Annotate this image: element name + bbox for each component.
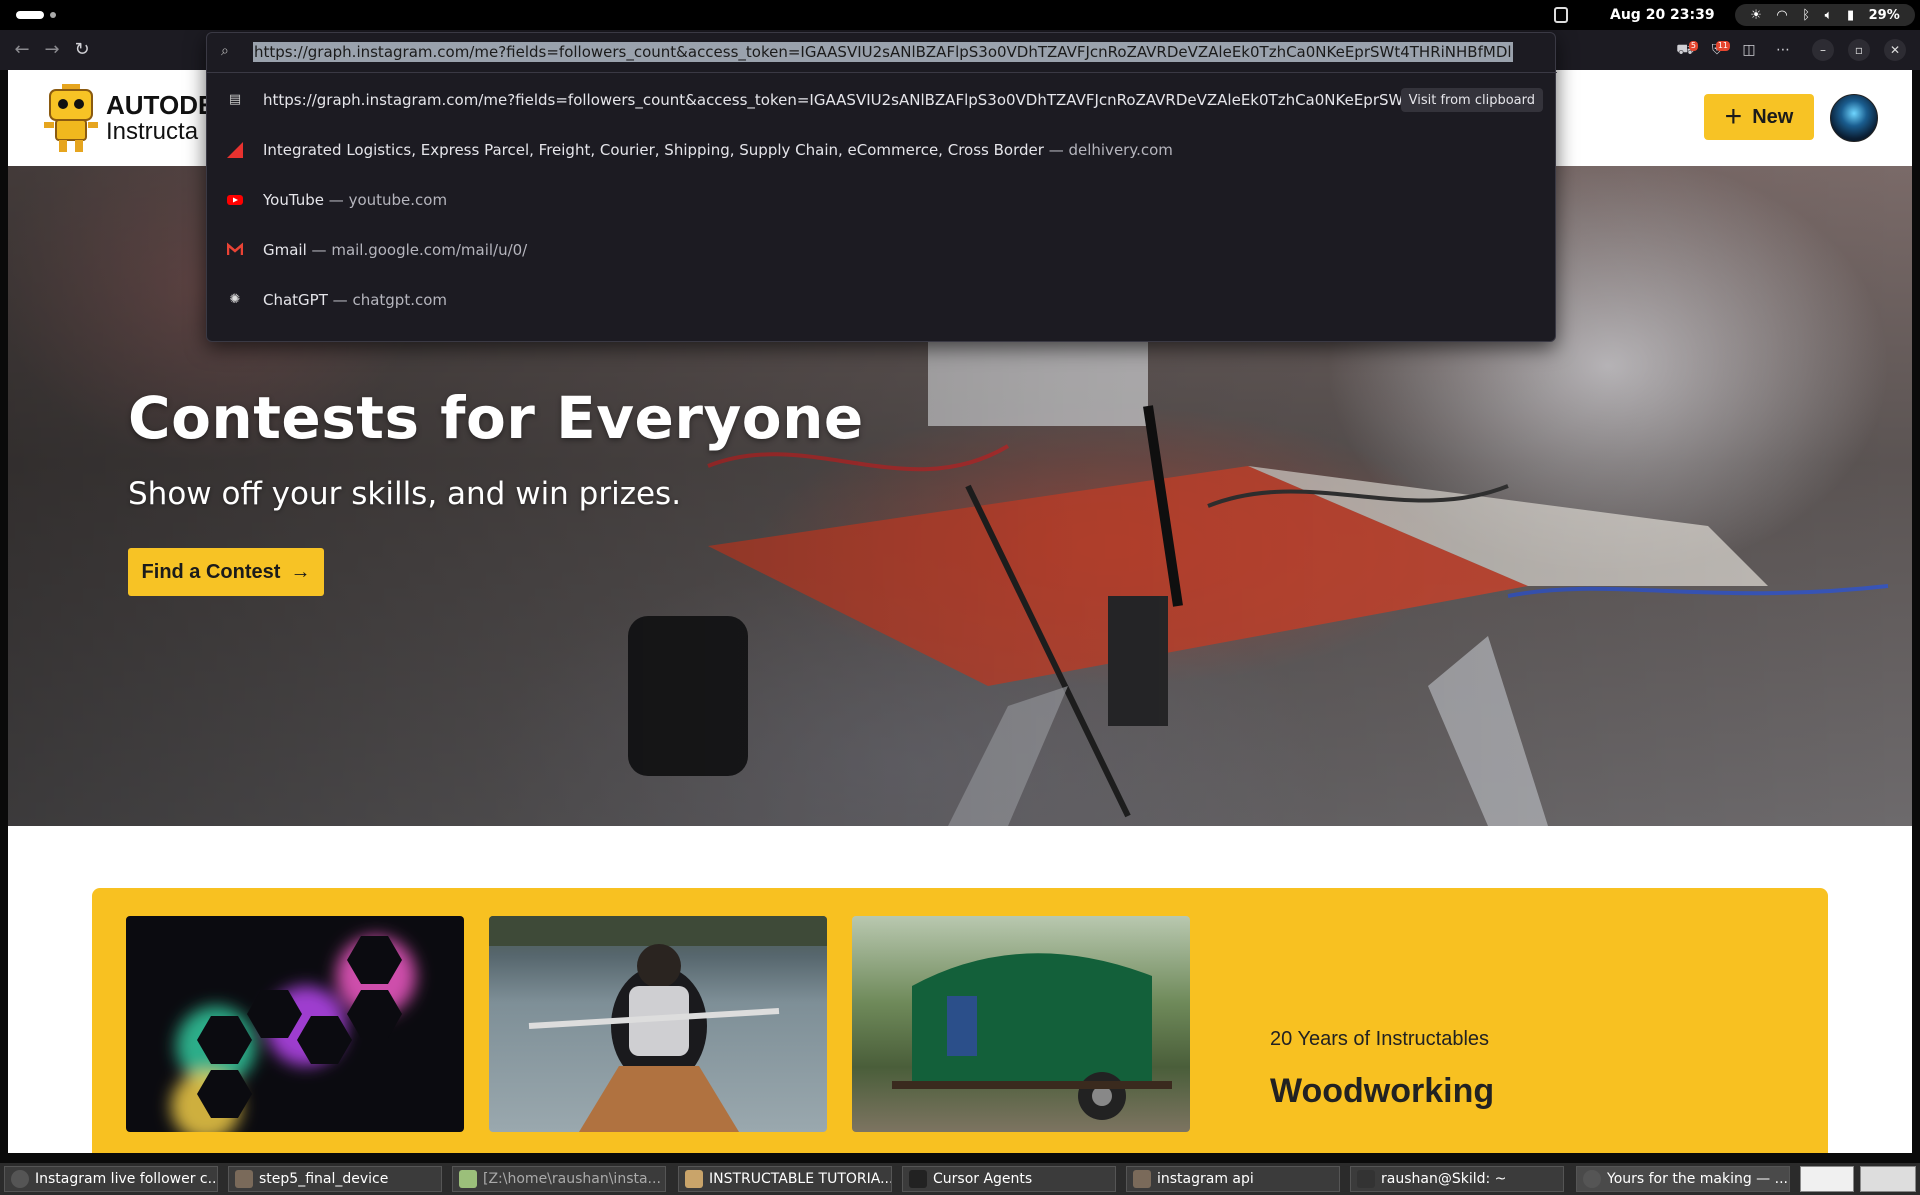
suggestion-sep: — <box>332 291 348 309</box>
extension-icon[interactable]: ⛟ 5 <box>1674 39 1698 61</box>
chatgpt-icon: ✺ <box>229 292 241 307</box>
taskbar: Instagram live follower c... step5_final… <box>0 1163 1920 1195</box>
wifi-icon: ◠ <box>1776 7 1788 23</box>
hero-subtitle: Show off your skills, and win prizes. <box>128 476 682 512</box>
search-icon: ⌕ <box>221 43 229 59</box>
sidebar-icon[interactable]: ◫ <box>1738 39 1760 61</box>
document-icon <box>685 1170 703 1188</box>
suggestion-text: https://graph.instagram.com/me?fields=fo… <box>263 91 1440 109</box>
promo-section: 20 Years of Instructables Woodworking <box>92 888 1828 1153</box>
suggestion-host: mail.google.com/mail/u/0/ <box>331 241 528 259</box>
task-wine-explorer[interactable]: [Z:\home\raushan\insta... <box>452 1166 666 1192</box>
brightness-icon: ☀ <box>1750 7 1762 23</box>
arrow-right-icon: → <box>290 560 311 583</box>
suggestion-delhivery[interactable]: Integrated Logistics, Express Parcel, Fr… <box>207 125 1557 175</box>
task-terminal[interactable]: raushan@Skild: ~ <box>1350 1166 1564 1192</box>
avatar[interactable] <box>1830 94 1878 142</box>
suggestion-title: Gmail <box>263 241 307 259</box>
plus-icon: + <box>1724 100 1743 133</box>
promo-kicker: 20 Years of Instructables <box>1270 1028 1490 1050</box>
wagon-card[interactable] <box>852 916 1190 1132</box>
activities-button[interactable] <box>16 11 44 19</box>
suggestion-clipboard[interactable]: ▤ https://graph.instagram.com/me?fields=… <box>207 75 1557 125</box>
wagon-image <box>892 953 1172 1120</box>
task-instructable-tutorial[interactable]: INSTRUCTABLE TUTORIA... <box>678 1166 892 1192</box>
suggestion-gmail[interactable]: Gmail — mail.google.com/mail/u/0/ <box>207 225 1557 275</box>
delhivery-icon <box>227 142 243 158</box>
clipboard-icon[interactable] <box>1554 7 1568 23</box>
instructables-robot-logo[interactable] <box>42 84 100 152</box>
suggestion-host: youtube.com <box>348 191 448 209</box>
visit-from-clipboard-button[interactable]: Visit from clipboard <box>1400 88 1543 112</box>
battery-percent: 29% <box>1868 7 1900 23</box>
close-icon[interactable]: ✕ <box>1884 39 1906 61</box>
suggestion-title: YouTube <box>263 191 324 209</box>
maximize-icon[interactable]: ▫ <box>1848 39 1870 61</box>
browser-icon <box>11 1170 29 1188</box>
workspace-1[interactable] <box>1800 1166 1854 1192</box>
suggestion-sep: — <box>328 191 344 209</box>
ublock-icon[interactable]: ⛨11 <box>1706 39 1730 61</box>
folder-icon <box>235 1170 253 1188</box>
folder-icon <box>1133 1170 1151 1188</box>
terminal-icon <box>1357 1170 1375 1188</box>
os-top-bar: Aug 20 23:39 ☀ ◠ ᛒ 🔈︎ ▮ 29% <box>0 0 1920 30</box>
find-contest-label: Find a Contest <box>141 560 281 583</box>
system-tray[interactable]: ☀ ◠ ᛒ 🔈︎ ▮ 29% <box>1735 4 1915 26</box>
task-step5-final-device[interactable]: step5_final_device <box>228 1166 442 1192</box>
urlbar-dropdown: ⌕ https://graph.instagram.com/me?fields=… <box>206 32 1557 342</box>
suggestion-host: chatgpt.com <box>352 291 448 309</box>
hex-lights-image <box>171 936 416 1132</box>
minimize-icon[interactable]: – <box>1812 39 1834 61</box>
reload-icon[interactable]: ↻ <box>70 38 94 62</box>
kayak-card[interactable] <box>489 916 827 1132</box>
hero-title: Contests for Everyone <box>128 384 864 452</box>
wine-icon <box>459 1170 477 1188</box>
logo-instructables[interactable]: Instructa <box>106 118 198 146</box>
task-yours-for-the-making[interactable]: Yours for the making — ... <box>1576 1166 1790 1192</box>
back-icon[interactable]: ← <box>10 38 34 62</box>
suggestion-sep: — <box>1048 141 1064 159</box>
suggestion-chatgpt[interactable]: ✺ ChatGPT — chatgpt.com <box>207 275 1557 325</box>
clock[interactable]: Aug 20 23:39 <box>1610 7 1715 23</box>
logo-autodesk[interactable]: AUTODE <box>106 90 215 121</box>
browser-icon <box>1583 1170 1601 1188</box>
task-instagram-api[interactable]: instagram api <box>1126 1166 1340 1192</box>
find-contest-button[interactable]: Find a Contest → <box>128 548 324 596</box>
url-row: ⌕ https://graph.instagram.com/me?fields=… <box>207 33 1557 73</box>
forward-icon[interactable]: → <box>40 38 64 62</box>
task-instagram-follower[interactable]: Instagram live follower c... <box>4 1166 218 1192</box>
gmail-icon <box>226 242 244 258</box>
bluetooth-icon: ᛒ <box>1802 7 1811 23</box>
suggestion-youtube[interactable]: YouTube — youtube.com <box>207 175 1557 225</box>
workspace-2[interactable] <box>1860 1166 1916 1192</box>
new-button-label: New <box>1752 105 1794 128</box>
hex-lights-card[interactable] <box>126 916 464 1132</box>
clipboard-icon: ▤ <box>228 92 242 107</box>
workspace-dot <box>50 12 56 18</box>
kayak-image <box>489 916 827 1132</box>
suggestion-title: ChatGPT <box>263 291 328 309</box>
new-button[interactable]: + New <box>1704 94 1814 140</box>
youtube-icon <box>227 192 243 208</box>
suggestion-sep: — <box>311 241 327 259</box>
url-input[interactable]: https://graph.instagram.com/me?fields=fo… <box>253 42 1513 62</box>
menu-icon[interactable]: ⋯ <box>1772 39 1794 61</box>
cursor-icon <box>909 1170 927 1188</box>
task-cursor-agents[interactable]: Cursor Agents <box>902 1166 1116 1192</box>
promo-title[interactable]: Woodworking <box>1270 1072 1494 1111</box>
battery-icon: ▮ <box>1846 7 1855 23</box>
volume-icon: 🔈︎ <box>1824 7 1833 23</box>
suggestion-host: delhivery.com <box>1068 141 1173 159</box>
suggestion-title: Integrated Logistics, Express Parcel, Fr… <box>263 141 1044 159</box>
